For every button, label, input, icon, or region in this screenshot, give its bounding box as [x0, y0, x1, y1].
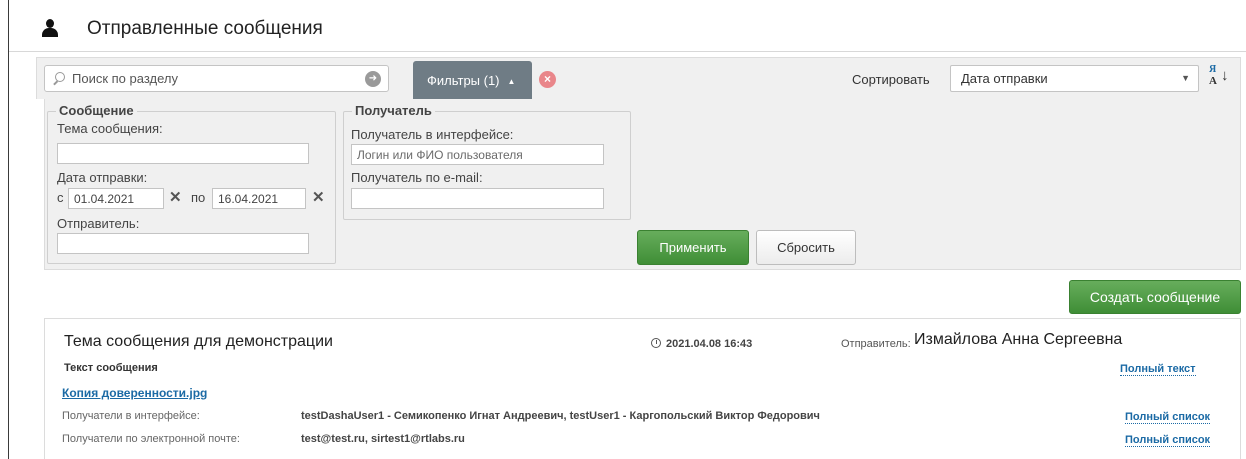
ui-recipients-value: testDashaUser1 - Семикопенко Игнат Андре…: [301, 410, 820, 422]
filter-panel: Сообщение Тема сообщения: Дата отправки:…: [44, 99, 1241, 270]
ui-recipients-label: Получатели в интерфейсе:: [62, 410, 200, 422]
message-date: 2021.04.08 16:43: [651, 338, 752, 350]
email-recipient-field[interactable]: [351, 188, 604, 209]
sort-direction-icon[interactable]: Я А ↓: [1205, 63, 1233, 93]
message-fieldset: Сообщение Тема сообщения: Дата отправки:…: [47, 103, 336, 264]
search-box[interactable]: ➜: [44, 65, 389, 92]
email-recipient-label: Получатель по e-mail:: [351, 170, 483, 185]
date-to-prefix: по: [191, 190, 206, 205]
sort-select[interactable]: Дата отправки ▼: [950, 65, 1199, 92]
filters-label: Фильтры (1): [427, 73, 500, 88]
message-date-value: 2021.04.08 16:43: [666, 338, 753, 350]
subject-label: Тема сообщения:: [57, 121, 163, 136]
email-recipients-value: test@test.ru, sirtest1@rtlabs.ru: [301, 433, 465, 445]
sort-dir-top: Я: [1209, 64, 1217, 75]
full-list-link-ui[interactable]: Полный список: [1125, 411, 1211, 424]
user-icon: [42, 19, 58, 37]
ui-recipient-label: Получатель в интерфейсе:: [351, 127, 514, 142]
clear-date-from-icon[interactable]: ✕: [169, 188, 182, 206]
clear-date-to-icon[interactable]: ✕: [312, 188, 325, 206]
sender-label: Отправитель:: [57, 216, 140, 231]
date-label: Дата отправки:: [57, 170, 148, 185]
message-card: Тема сообщения для демонстрации 2021.04.…: [44, 318, 1241, 459]
recipient-fieldset: Получатель Получатель в интерфейсе: Полу…: [343, 103, 631, 220]
chevron-down-icon: ▼: [1181, 73, 1190, 83]
clear-filters-icon[interactable]: ×: [539, 71, 556, 88]
search-icon: [53, 72, 66, 86]
recipient-legend: Получатель: [352, 103, 435, 118]
search-input[interactable]: [72, 69, 352, 88]
full-list-link-email[interactable]: Полный список: [1125, 434, 1211, 447]
sender-name: Измайлова Анна Сергеевна: [914, 331, 1123, 348]
page-title: Отправленные сообщения: [87, 18, 323, 39]
filters-toggle-button[interactable]: Фильтры (1) ▲: [413, 61, 532, 100]
email-recipients-label: Получатели по электронной почте:: [62, 433, 240, 445]
reset-button[interactable]: Сбросить: [756, 230, 856, 265]
left-border: [8, 0, 9, 459]
sort-select-value: Дата отправки: [961, 71, 1048, 86]
clock-icon: [651, 338, 661, 348]
date-from-field[interactable]: [68, 188, 164, 209]
ui-recipient-field[interactable]: [351, 144, 604, 165]
sender-field[interactable]: [57, 233, 309, 254]
date-to-field[interactable]: [212, 188, 306, 209]
attachment-link[interactable]: Копия доверенности.jpg: [62, 386, 207, 400]
sort-dir-arrow: ↓: [1221, 67, 1229, 84]
subject-field[interactable]: [57, 143, 309, 164]
date-from-prefix: с: [57, 190, 64, 205]
sort-dir-bottom: А: [1209, 75, 1217, 87]
full-text-link[interactable]: Полный текст: [1120, 363, 1196, 376]
apply-button[interactable]: Применить: [637, 230, 749, 265]
search-go-icon[interactable]: ➜: [365, 71, 381, 87]
message-legend: Сообщение: [56, 103, 137, 118]
sender-caption: Отправитель:: [841, 338, 911, 350]
sort-label: Сортировать: [852, 72, 930, 87]
toolbar: ➜ Фильтры (1) ▲ × Сортировать Дата отправ…: [36, 57, 1241, 100]
message-subject[interactable]: Тема сообщения для демонстрации: [64, 333, 333, 351]
create-message-button[interactable]: Создать сообщение: [1069, 280, 1241, 314]
message-body-label: Текст сообщения: [64, 362, 158, 374]
caret-up-icon: ▲: [507, 77, 516, 86]
